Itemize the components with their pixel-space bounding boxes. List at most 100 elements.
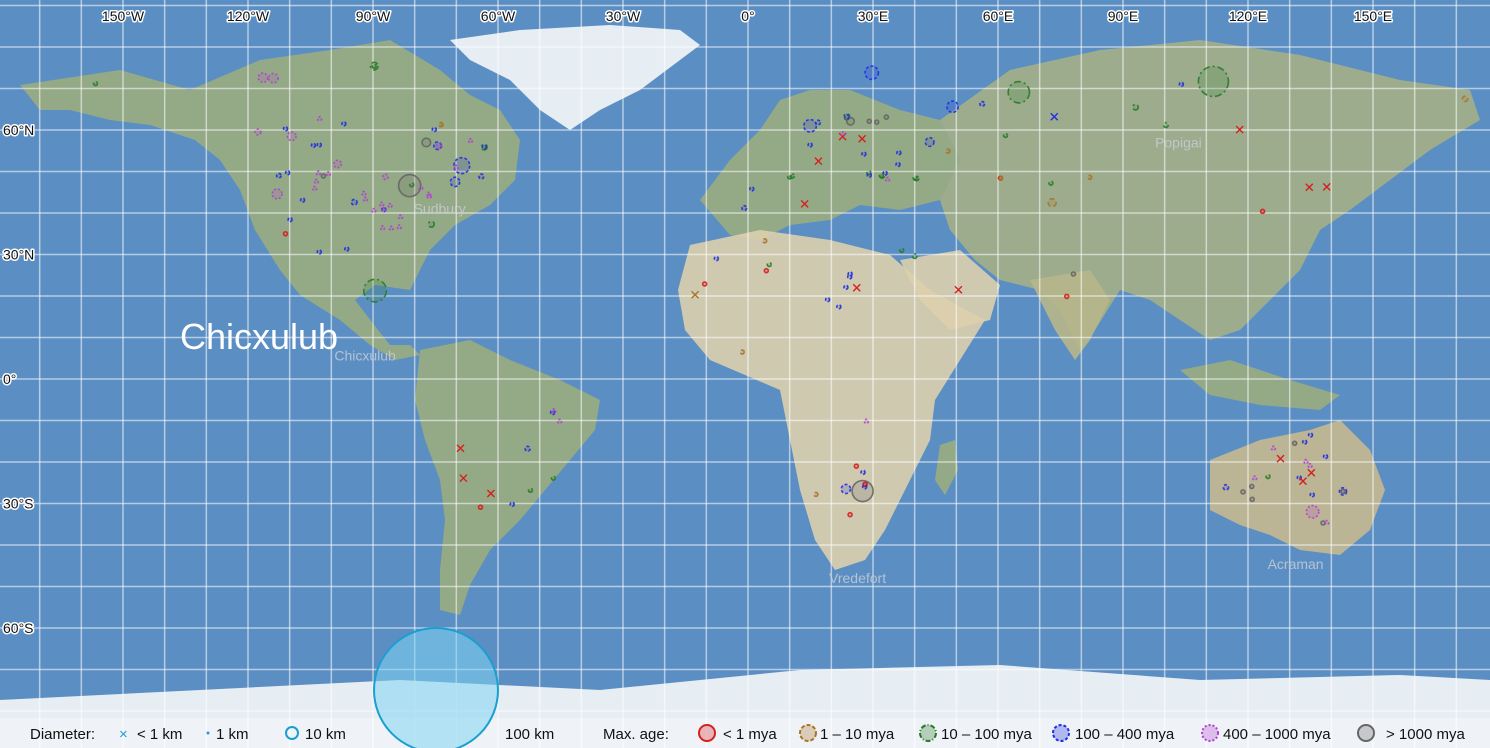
crater-marker[interactable]	[713, 255, 720, 262]
crater-marker[interactable]	[896, 150, 902, 156]
crater-marker[interactable]	[1259, 208, 1266, 215]
crater-marker[interactable]	[836, 303, 842, 310]
crater-marker[interactable]	[527, 487, 534, 494]
crater-marker[interactable]	[320, 173, 327, 179]
crater-marker[interactable]	[1307, 432, 1314, 438]
crater-marker[interactable]	[1086, 174, 1093, 181]
crater-marker[interactable]	[362, 278, 388, 303]
crater-marker[interactable]	[761, 238, 768, 244]
crater-marker[interactable]	[478, 173, 485, 180]
crater-marker[interactable]	[1178, 81, 1185, 88]
crater-marker[interactable]	[924, 136, 935, 148]
crater-marker[interactable]	[1063, 293, 1070, 300]
crater-marker[interactable]	[763, 267, 770, 274]
crater-marker[interactable]	[748, 186, 755, 192]
crater-marker[interactable]	[343, 246, 350, 252]
crater-marker[interactable]	[1305, 504, 1320, 519]
crater-marker[interactable]	[426, 193, 433, 200]
crater-marker[interactable]	[509, 501, 515, 508]
crater-marker[interactable]	[786, 174, 793, 180]
crater-marker[interactable]	[396, 224, 403, 230]
crater-marker[interactable]	[551, 408, 557, 414]
crater-marker[interactable]	[1249, 496, 1255, 503]
crater-marker[interactable]	[912, 175, 918, 181]
crater-marker[interactable]	[382, 173, 389, 181]
crater-marker[interactable]	[1323, 519, 1330, 526]
crater-marker[interactable]	[846, 274, 853, 280]
crater-marker[interactable]	[739, 349, 745, 355]
crater-marker[interactable]	[1309, 491, 1315, 498]
crater-marker[interactable]	[860, 469, 866, 476]
crater-marker[interactable]	[1301, 439, 1308, 445]
crater-marker[interactable]	[807, 142, 813, 148]
crater-marker[interactable]	[325, 171, 332, 177]
crater-marker[interactable]	[254, 128, 262, 136]
crater-marker[interactable]	[1222, 483, 1230, 491]
crater-marker[interactable]	[1270, 445, 1277, 452]
crater-marker[interactable]	[853, 463, 860, 469]
crater-marker[interactable]	[524, 445, 531, 452]
crater-marker[interactable]	[431, 126, 438, 133]
crater-marker[interactable]	[866, 118, 873, 125]
crater-marker[interactable]	[1322, 453, 1329, 460]
crater-marker[interactable]	[884, 176, 891, 183]
crater-marker[interactable]	[310, 142, 317, 149]
crater-marker[interactable]	[824, 296, 831, 303]
crater-marker[interactable]	[945, 148, 951, 154]
crater-marker[interactable]	[803, 118, 818, 133]
crater-marker[interactable]	[361, 190, 367, 197]
crater-marker[interactable]	[350, 198, 358, 206]
crater-marker[interactable]	[847, 511, 853, 518]
crater-marker[interactable]	[388, 225, 395, 232]
crater-marker[interactable]	[1048, 180, 1054, 186]
crater-marker[interactable]	[438, 121, 444, 128]
crater-marker[interactable]	[741, 204, 748, 212]
crater-marker[interactable]	[332, 159, 343, 169]
crater-marker[interactable]	[1002, 132, 1009, 139]
crater-marker[interactable]	[313, 178, 320, 185]
crater-marker[interactable]	[898, 247, 905, 254]
crater-marker[interactable]	[408, 181, 415, 188]
crater-marker[interactable]	[895, 161, 901, 168]
crater-marker[interactable]	[381, 206, 387, 213]
crater-marker[interactable]	[371, 63, 378, 69]
crater-marker[interactable]	[271, 188, 283, 200]
crater-marker[interactable]	[1251, 475, 1258, 481]
crater-marker[interactable]	[1307, 462, 1313, 469]
crater-marker[interactable]	[1197, 65, 1230, 98]
crater-marker[interactable]	[1265, 473, 1271, 480]
crater-marker[interactable]	[316, 115, 323, 122]
crater-marker[interactable]	[92, 80, 99, 87]
crater-marker[interactable]	[979, 100, 986, 107]
crater-marker[interactable]	[840, 131, 846, 137]
crater-marker[interactable]	[1162, 121, 1170, 129]
crater-marker[interactable]	[453, 164, 460, 171]
crater-marker[interactable]	[1070, 271, 1077, 277]
crater-marker[interactable]	[1007, 80, 1031, 104]
crater-marker[interactable]	[315, 170, 322, 176]
crater-marker[interactable]	[427, 220, 436, 228]
crater-marker[interactable]	[550, 475, 557, 481]
crater-marker[interactable]	[282, 125, 289, 132]
crater-marker[interactable]	[435, 142, 443, 150]
crater-marker[interactable]	[843, 284, 849, 291]
crater-marker[interactable]	[378, 201, 385, 208]
crater-marker[interactable]	[467, 137, 474, 144]
crater-marker[interactable]	[1340, 488, 1346, 495]
crater-marker[interactable]	[866, 172, 873, 179]
crater-marker[interactable]	[397, 214, 404, 220]
crater-marker[interactable]	[287, 216, 293, 223]
crater-marker[interactable]	[1240, 489, 1246, 495]
crater-marker[interactable]	[257, 72, 269, 84]
crater-marker[interactable]	[286, 131, 297, 142]
crater-marker[interactable]	[481, 144, 488, 150]
crater-marker[interactable]	[1291, 440, 1298, 447]
crater-marker[interactable]	[813, 491, 819, 498]
crater-marker[interactable]	[341, 120, 347, 127]
crater-marker[interactable]	[1303, 458, 1309, 465]
crater-marker[interactable]	[840, 483, 852, 495]
crater-marker[interactable]	[275, 172, 282, 179]
crater-marker[interactable]	[284, 169, 291, 176]
crater-marker[interactable]	[316, 142, 323, 148]
crater-marker[interactable]	[556, 418, 563, 425]
